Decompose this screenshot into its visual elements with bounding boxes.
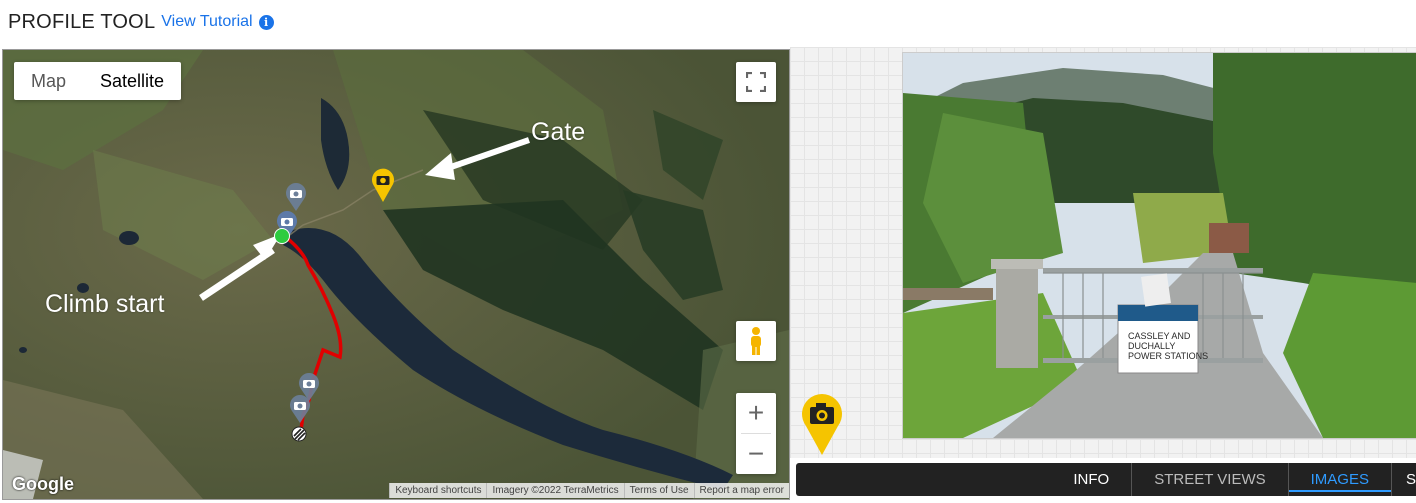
zoom-out-button[interactable]: − [736,434,776,474]
tab-images[interactable]: IMAGES [1287,463,1392,496]
report-map-error-link[interactable]: Report a map error [693,483,789,498]
tab-truncated[interactable]: S [1390,463,1416,496]
map-view[interactable]: Map Satellite + − Gate Climb start Googl… [2,49,790,500]
map-type-satellite-button[interactable]: Satellite [83,62,181,100]
fullscreen-button[interactable] [736,62,776,102]
tab-street-views[interactable]: STREET VIEWS [1131,463,1287,496]
zoom-in-button[interactable]: + [736,393,776,433]
page-title: PROFILE TOOL [8,10,156,33]
map-attribution: Keyboard shortcuts Imagery ©2022 TerraMe… [389,483,789,498]
finish-flag-icon[interactable] [291,426,307,442]
climb-start-marker[interactable] [274,228,290,244]
sign-line-1: CASSLEY AND [1128,331,1191,341]
pegman-icon [751,327,761,355]
google-logo: Google [12,474,74,494]
map-type-control: Map Satellite [14,62,182,100]
climb-start-label: Climb start [45,290,165,318]
gate-label: Gate [531,118,586,146]
tab-info[interactable]: INFO [1051,463,1131,496]
page-header: PROFILE TOOL View Tutorial i [8,9,274,35]
street-view-pegman-button[interactable] [736,321,776,361]
camera-marker-gray-icon[interactable] [284,182,308,212]
keyboard-shortcuts-link[interactable]: Keyboard shortcuts [389,483,487,498]
camera-marker-yellow-icon[interactable] [370,167,396,203]
sign-line-2: DUCHALLY [1128,341,1175,351]
info-tab-bar: INFO STREET VIEWS IMAGES S [796,463,1416,496]
sign-line-3: POWER STATIONS [1128,351,1208,361]
info-icon[interactable]: i [258,14,274,30]
gate-photo-image: CASSLEY AND DUCHALLY POWER STATIONS [903,53,1416,438]
map-type-map-button[interactable]: Map [14,62,83,100]
imagery-credit: Imagery ©2022 TerraMetrics [486,483,624,498]
selected-camera-pin-icon[interactable] [799,392,845,456]
satellite-terrain [3,50,789,499]
fullscreen-icon [746,72,766,92]
view-tutorial-link[interactable]: View Tutorial [161,13,252,31]
zoom-control: + − [736,393,776,474]
terms-of-use-link[interactable]: Terms of Use [623,483,694,498]
camera-marker-gray-icon[interactable] [288,394,312,424]
route-photo[interactable]: CASSLEY AND DUCHALLY POWER STATIONS [902,52,1416,439]
